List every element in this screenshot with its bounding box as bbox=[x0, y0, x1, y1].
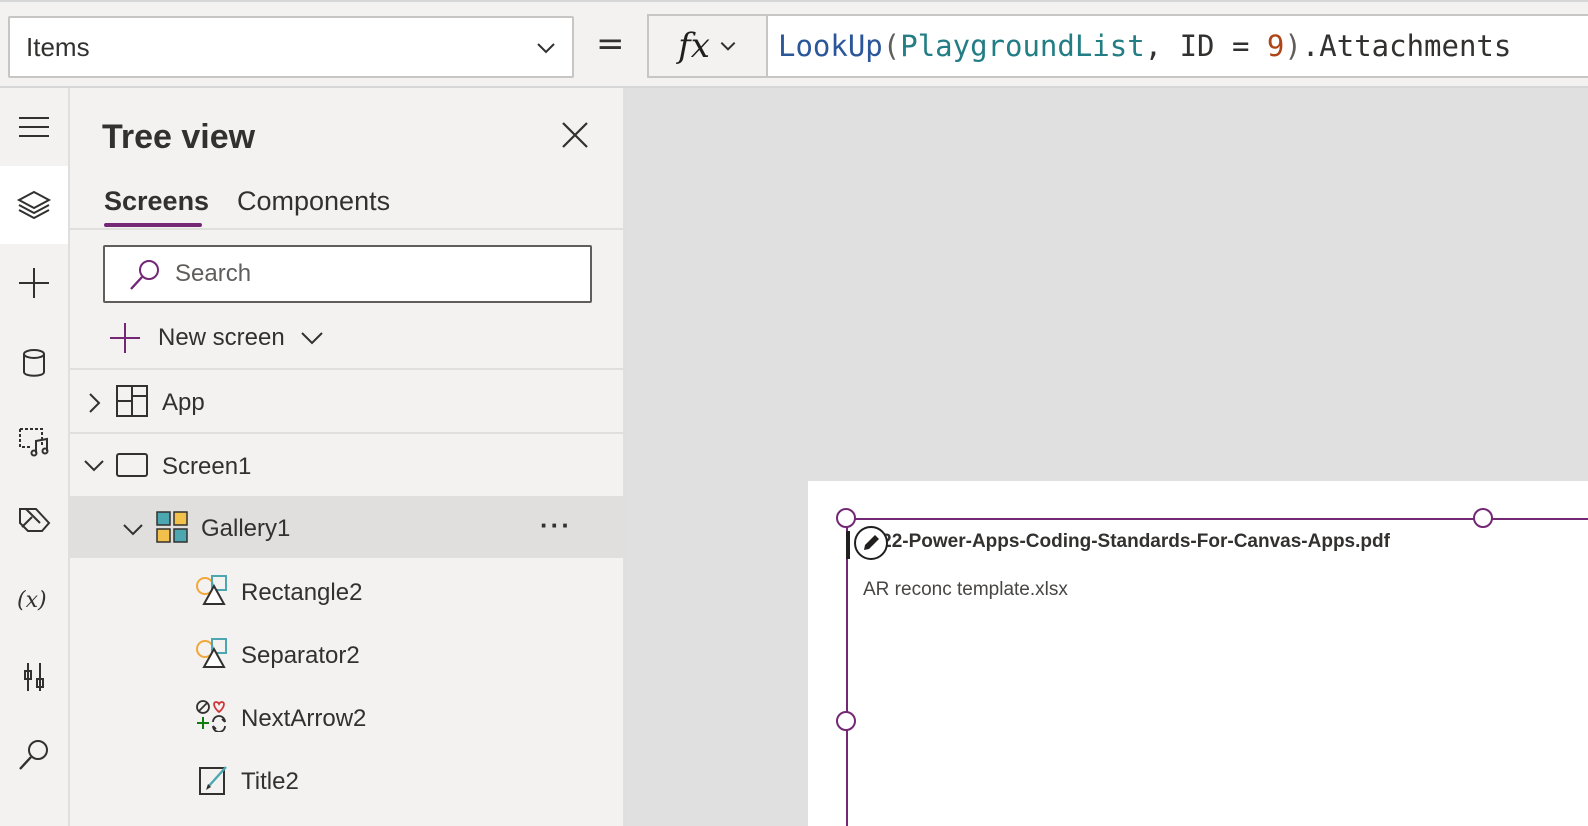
gallery-item-subtitle: AR reconc template.xlsx bbox=[863, 579, 1068, 600]
formula-token-number: 9 bbox=[1266, 29, 1285, 63]
close-icon[interactable] bbox=[558, 118, 592, 152]
tree-node-rectangle2[interactable]: Rectangle2 bbox=[70, 560, 623, 622]
screen-icon bbox=[116, 453, 148, 477]
shape-icon bbox=[196, 575, 227, 605]
rail-media-button[interactable] bbox=[0, 402, 68, 480]
plus-icon bbox=[19, 268, 49, 298]
tree-node-screen1[interactable]: Screen1 bbox=[70, 434, 623, 496]
left-rail: (x) bbox=[0, 88, 70, 826]
fx-button[interactable]: fx bbox=[647, 14, 767, 78]
tree-node-label: Title2 bbox=[241, 768, 299, 795]
tab-components[interactable]: Components bbox=[237, 186, 390, 217]
pencil-icon bbox=[864, 535, 879, 550]
tree-search-input[interactable]: Search bbox=[103, 245, 592, 303]
formula-bar: Items = fx LookUp(PlaygroundList, ID = 9… bbox=[0, 0, 1588, 88]
formula-token-condition: , ID = bbox=[1144, 29, 1267, 63]
tree-node-nextarrow2[interactable]: NextArrow2 bbox=[70, 686, 623, 748]
active-tab-indicator bbox=[104, 223, 202, 227]
gallery-selection-frame[interactable] bbox=[846, 518, 1588, 826]
tree-node-label: Screen1 bbox=[162, 453, 252, 480]
label-edit-icon bbox=[199, 766, 227, 795]
tree-node-gallery1[interactable]: Gallery1 ··· bbox=[70, 496, 623, 558]
hamburger-menu-icon bbox=[19, 117, 49, 137]
power-automate-icon bbox=[19, 508, 51, 532]
more-options-button[interactable]: ··· bbox=[540, 510, 572, 541]
database-icon bbox=[23, 349, 45, 377]
svg-text:(x): (x) bbox=[17, 588, 47, 613]
app-screen-preview[interactable]: 2022-Power-Apps-Coding-Standards-For-Can… bbox=[808, 481, 1588, 826]
new-screen-button[interactable]: New screen bbox=[108, 318, 325, 358]
formula-token-paren: ) bbox=[1284, 29, 1302, 63]
rail-data-button[interactable] bbox=[0, 324, 68, 402]
chevron-down-icon bbox=[537, 43, 555, 54]
property-dropdown-value: Items bbox=[26, 31, 90, 62]
formula-input[interactable]: LookUp(PlaygroundList, ID = 9) .Attachmen… bbox=[766, 14, 1588, 78]
property-dropdown[interactable]: Items bbox=[8, 16, 574, 78]
gallery-item-title: 2022-Power-Apps-Coding-Standards-For-Can… bbox=[860, 531, 1390, 552]
search-placeholder: Search bbox=[175, 260, 252, 287]
rail-menu-button[interactable] bbox=[0, 88, 68, 166]
divider bbox=[70, 228, 623, 230]
new-screen-label: New screen bbox=[158, 324, 285, 351]
formula-token-datasource: PlaygroundList bbox=[900, 29, 1145, 63]
gallery-icon bbox=[156, 511, 188, 543]
design-canvas: 2022-Power-Apps-Coding-Standards-For-Can… bbox=[625, 88, 1588, 826]
app-icon bbox=[116, 385, 148, 417]
layers-icon bbox=[16, 190, 52, 220]
variables-icon: (x) bbox=[17, 588, 47, 613]
tree-node-label: App bbox=[162, 389, 205, 416]
resize-handle[interactable] bbox=[836, 508, 856, 528]
tree-view-panel: Tree view Screens Components Search New … bbox=[70, 88, 625, 826]
equals-sign: = bbox=[596, 24, 625, 64]
chevron-down-icon[interactable] bbox=[82, 453, 106, 477]
search-icon bbox=[130, 260, 159, 290]
formula-token-function: LookUp bbox=[778, 29, 883, 63]
rail-search-button[interactable] bbox=[0, 716, 68, 794]
chevron-down-icon bbox=[301, 332, 323, 345]
tree-view-title: Tree view bbox=[102, 118, 256, 156]
tree-node-label: Rectangle2 bbox=[241, 579, 363, 606]
resize-handle[interactable] bbox=[1473, 508, 1493, 528]
tree-node-title2[interactable]: Title2 bbox=[70, 749, 623, 811]
selected-row-indicator bbox=[846, 531, 850, 559]
rail-advanced-tools-button[interactable] bbox=[0, 638, 68, 716]
rail-variables-button[interactable]: (x) bbox=[0, 560, 68, 638]
icons-control-icon bbox=[196, 700, 226, 732]
rail-power-automate-button[interactable] bbox=[0, 480, 68, 558]
rail-insert-button[interactable] bbox=[0, 244, 68, 322]
search-icon bbox=[19, 740, 48, 770]
rail-tree-view-button[interactable] bbox=[0, 166, 68, 244]
fx-icon: fx bbox=[678, 26, 710, 66]
tree-node-label: NextArrow2 bbox=[241, 705, 367, 732]
chevron-down-icon[interactable] bbox=[121, 517, 145, 541]
tab-screens[interactable]: Screens bbox=[104, 186, 209, 217]
resize-handle[interactable] bbox=[836, 711, 856, 731]
tree-node-label: Gallery1 bbox=[201, 515, 291, 542]
tree-node-separator2[interactable]: Separator2 bbox=[70, 623, 623, 685]
advanced-tools-icon bbox=[24, 663, 44, 691]
chevron-right-icon[interactable] bbox=[82, 391, 106, 415]
tree-node-app[interactable]: App bbox=[70, 372, 623, 434]
media-icon bbox=[19, 428, 49, 457]
plus-icon bbox=[110, 323, 140, 353]
tree-node-label: Separator2 bbox=[241, 642, 360, 669]
formula-token-paren: ( bbox=[882, 29, 901, 63]
divider bbox=[70, 368, 623, 370]
formula-token-field: .Attachments bbox=[1301, 29, 1512, 63]
chevron-down-icon bbox=[720, 41, 736, 51]
edit-gallery-button[interactable] bbox=[854, 526, 888, 560]
shape-icon bbox=[196, 638, 227, 668]
